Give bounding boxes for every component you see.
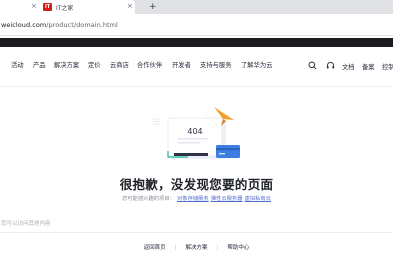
address-bar[interactable]: weicloud.com/product/domain.html bbox=[0, 14, 393, 36]
nav-item-partners[interactable]: 合作伙伴 bbox=[137, 62, 162, 70]
headset-icon[interactable] bbox=[326, 61, 335, 70]
link-object-storage[interactable]: 对象存储服务 bbox=[177, 196, 209, 202]
tab-title: IT之家 bbox=[56, 4, 74, 12]
browser-tab-ithome[interactable]: IT IT之家 bbox=[43, 0, 135, 14]
nav-item-pricing[interactable]: 定价 bbox=[88, 62, 101, 70]
link-help-center[interactable]: 帮助中心 bbox=[227, 245, 249, 251]
link-solutions[interactable]: 解决方案 bbox=[185, 245, 207, 251]
close-icon[interactable]: × bbox=[127, 2, 133, 10]
top-dark-bar bbox=[0, 38, 393, 47]
link-home[interactable]: 返回首页 bbox=[144, 245, 166, 251]
nav-item-activity[interactable]: 活动 bbox=[11, 62, 24, 70]
close-icon[interactable]: × bbox=[31, 2, 37, 10]
nav-docs[interactable]: 文档 bbox=[342, 62, 355, 71]
url-text[interactable]: weicloud.com/product/domain.html bbox=[0, 21, 118, 29]
new-tab-button[interactable]: + bbox=[149, 1, 157, 13]
site-navbar: 活动 产品 解决方案 定价 云商店 合作伙伴 开发者 支持与服务 了解华为云 文… bbox=[0, 47, 393, 87]
ithome-favicon-icon: IT bbox=[43, 3, 52, 11]
browser-tab-strip: × IT IT之家 × + bbox=[0, 0, 393, 14]
suggested-label: 您可能感兴趣的项目： bbox=[121, 196, 175, 202]
dots-decoration bbox=[153, 118, 160, 125]
search-icon[interactable] bbox=[308, 61, 317, 70]
search-hint-bar[interactable]: 您可以访问其他内容 bbox=[0, 219, 393, 233]
separator: | bbox=[216, 245, 219, 251]
nav-filing[interactable]: 备案 bbox=[362, 62, 375, 71]
suggested-links: 您可能感兴趣的项目： 对象存储服务 弹性云服务器 虚拟私有云 bbox=[0, 194, 393, 202]
404-illustration: 404 bbox=[153, 107, 240, 159]
separator: | bbox=[174, 245, 177, 251]
nav-item-products[interactable]: 产品 bbox=[33, 62, 46, 70]
nav-item-marketplace[interactable]: 云商店 bbox=[110, 62, 129, 70]
footer-links: 返回首页 | 解决方案 | 帮助中心 bbox=[0, 243, 393, 251]
link-virtual-private-cloud[interactable]: 虚拟私有云 bbox=[245, 196, 272, 202]
error-code: 404 bbox=[187, 127, 202, 136]
page-title: 很抱歉，没发现您要的页面 bbox=[119, 177, 274, 192]
link-elastic-cloud-server[interactable]: 弹性云服务器 bbox=[211, 196, 243, 202]
nav-item-solutions[interactable]: 解决方案 bbox=[54, 62, 79, 70]
nav-item-about[interactable]: 了解华为云 bbox=[241, 62, 272, 70]
nav-console[interactable]: 控制 bbox=[382, 62, 393, 71]
nav-item-support[interactable]: 支持与服务 bbox=[200, 62, 231, 70]
nav-item-developers[interactable]: 开发者 bbox=[172, 62, 191, 70]
